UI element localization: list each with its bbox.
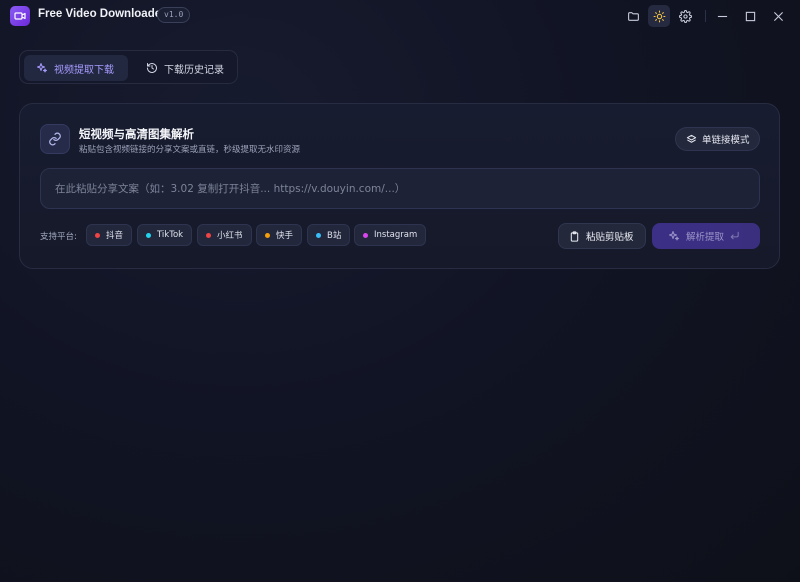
status-dot [146, 232, 151, 238]
close-icon [773, 11, 783, 21]
platform-name: 小红书 [217, 231, 243, 241]
paste-clipboard-button[interactable]: 粘贴剪贴板 [558, 223, 646, 249]
minimize-icon [717, 15, 727, 17]
tab-bar: 视频提取下载 下载历史记录 [19, 50, 238, 84]
share-text-input[interactable] [40, 168, 760, 209]
paste-button-label: 粘贴剪贴板 [586, 232, 634, 243]
platform-chip-instagram: Instagram [354, 224, 427, 246]
parse-extract-button[interactable]: 解析提取 [652, 223, 760, 249]
history-icon [147, 63, 157, 73]
platform-name: 抖音 [106, 231, 124, 241]
card-title: 短视频与高清图集解析 [79, 127, 194, 141]
maximize-icon [745, 11, 755, 21]
theme-toggle-button[interactable] [648, 5, 670, 27]
parse-card: 短视频与高清图集解析 粘贴包含视频链接的分享文案或直链，秒级提取无水印资源 单链… [19, 103, 780, 269]
tab-video-extract[interactable]: 视频提取下载 [24, 55, 128, 81]
minimize-button[interactable] [711, 5, 733, 27]
gear-icon [678, 9, 692, 23]
version-badge: v1.0 [157, 7, 191, 23]
status-dot [206, 232, 211, 238]
close-window-button[interactable] [767, 5, 789, 27]
sparkles-icon [37, 63, 47, 73]
parse-button-label: 解析提取 [686, 232, 725, 243]
mode-button-label: 单链接模式 [702, 135, 750, 146]
platform-chip-bilibili: B站 [307, 224, 351, 246]
enter-key-icon [730, 231, 739, 240]
open-folder-button[interactable] [622, 5, 644, 27]
layers-icon [686, 134, 697, 143]
folder-icon [627, 11, 639, 21]
title-bar: Free Video Downloader v1.0 [0, 0, 800, 32]
platform-name: B站 [327, 231, 342, 241]
tab-label: 视频提取下载 [54, 64, 114, 76]
platform-chip-douyin: 抖音 [86, 224, 133, 246]
status-dot [363, 232, 368, 238]
single-link-mode-button[interactable]: 单链接模式 [675, 127, 760, 151]
card-subtitle: 粘贴包含视频链接的分享文案或直链，秒级提取无水印资源 [79, 145, 301, 155]
video-camera-icon [10, 6, 30, 26]
app-title: Free Video Downloader [38, 8, 166, 20]
platform-chip-kuaishou: 快手 [256, 224, 303, 246]
platforms-label: 支持平台: [40, 232, 77, 242]
platform-chip-xiaohongshu: 小红书 [197, 224, 252, 246]
platform-name: TikTok [157, 230, 184, 240]
tab-label: 下载历史记录 [164, 64, 224, 76]
maximize-button[interactable] [739, 5, 761, 27]
status-dot [316, 232, 321, 238]
tab-download-history[interactable]: 下载历史记录 [138, 55, 234, 81]
status-dot [95, 232, 100, 238]
titlebar-divider [705, 10, 706, 22]
platform-name: Instagram [374, 230, 418, 240]
sparkles-icon [669, 231, 679, 241]
platform-chip-tiktok: TikTok [137, 224, 193, 246]
sun-icon [653, 10, 665, 22]
platform-name: 快手 [276, 231, 294, 241]
status-dot [265, 232, 270, 238]
settings-button[interactable] [674, 5, 696, 27]
clipboard-icon [570, 230, 579, 242]
link-icon [40, 124, 70, 154]
